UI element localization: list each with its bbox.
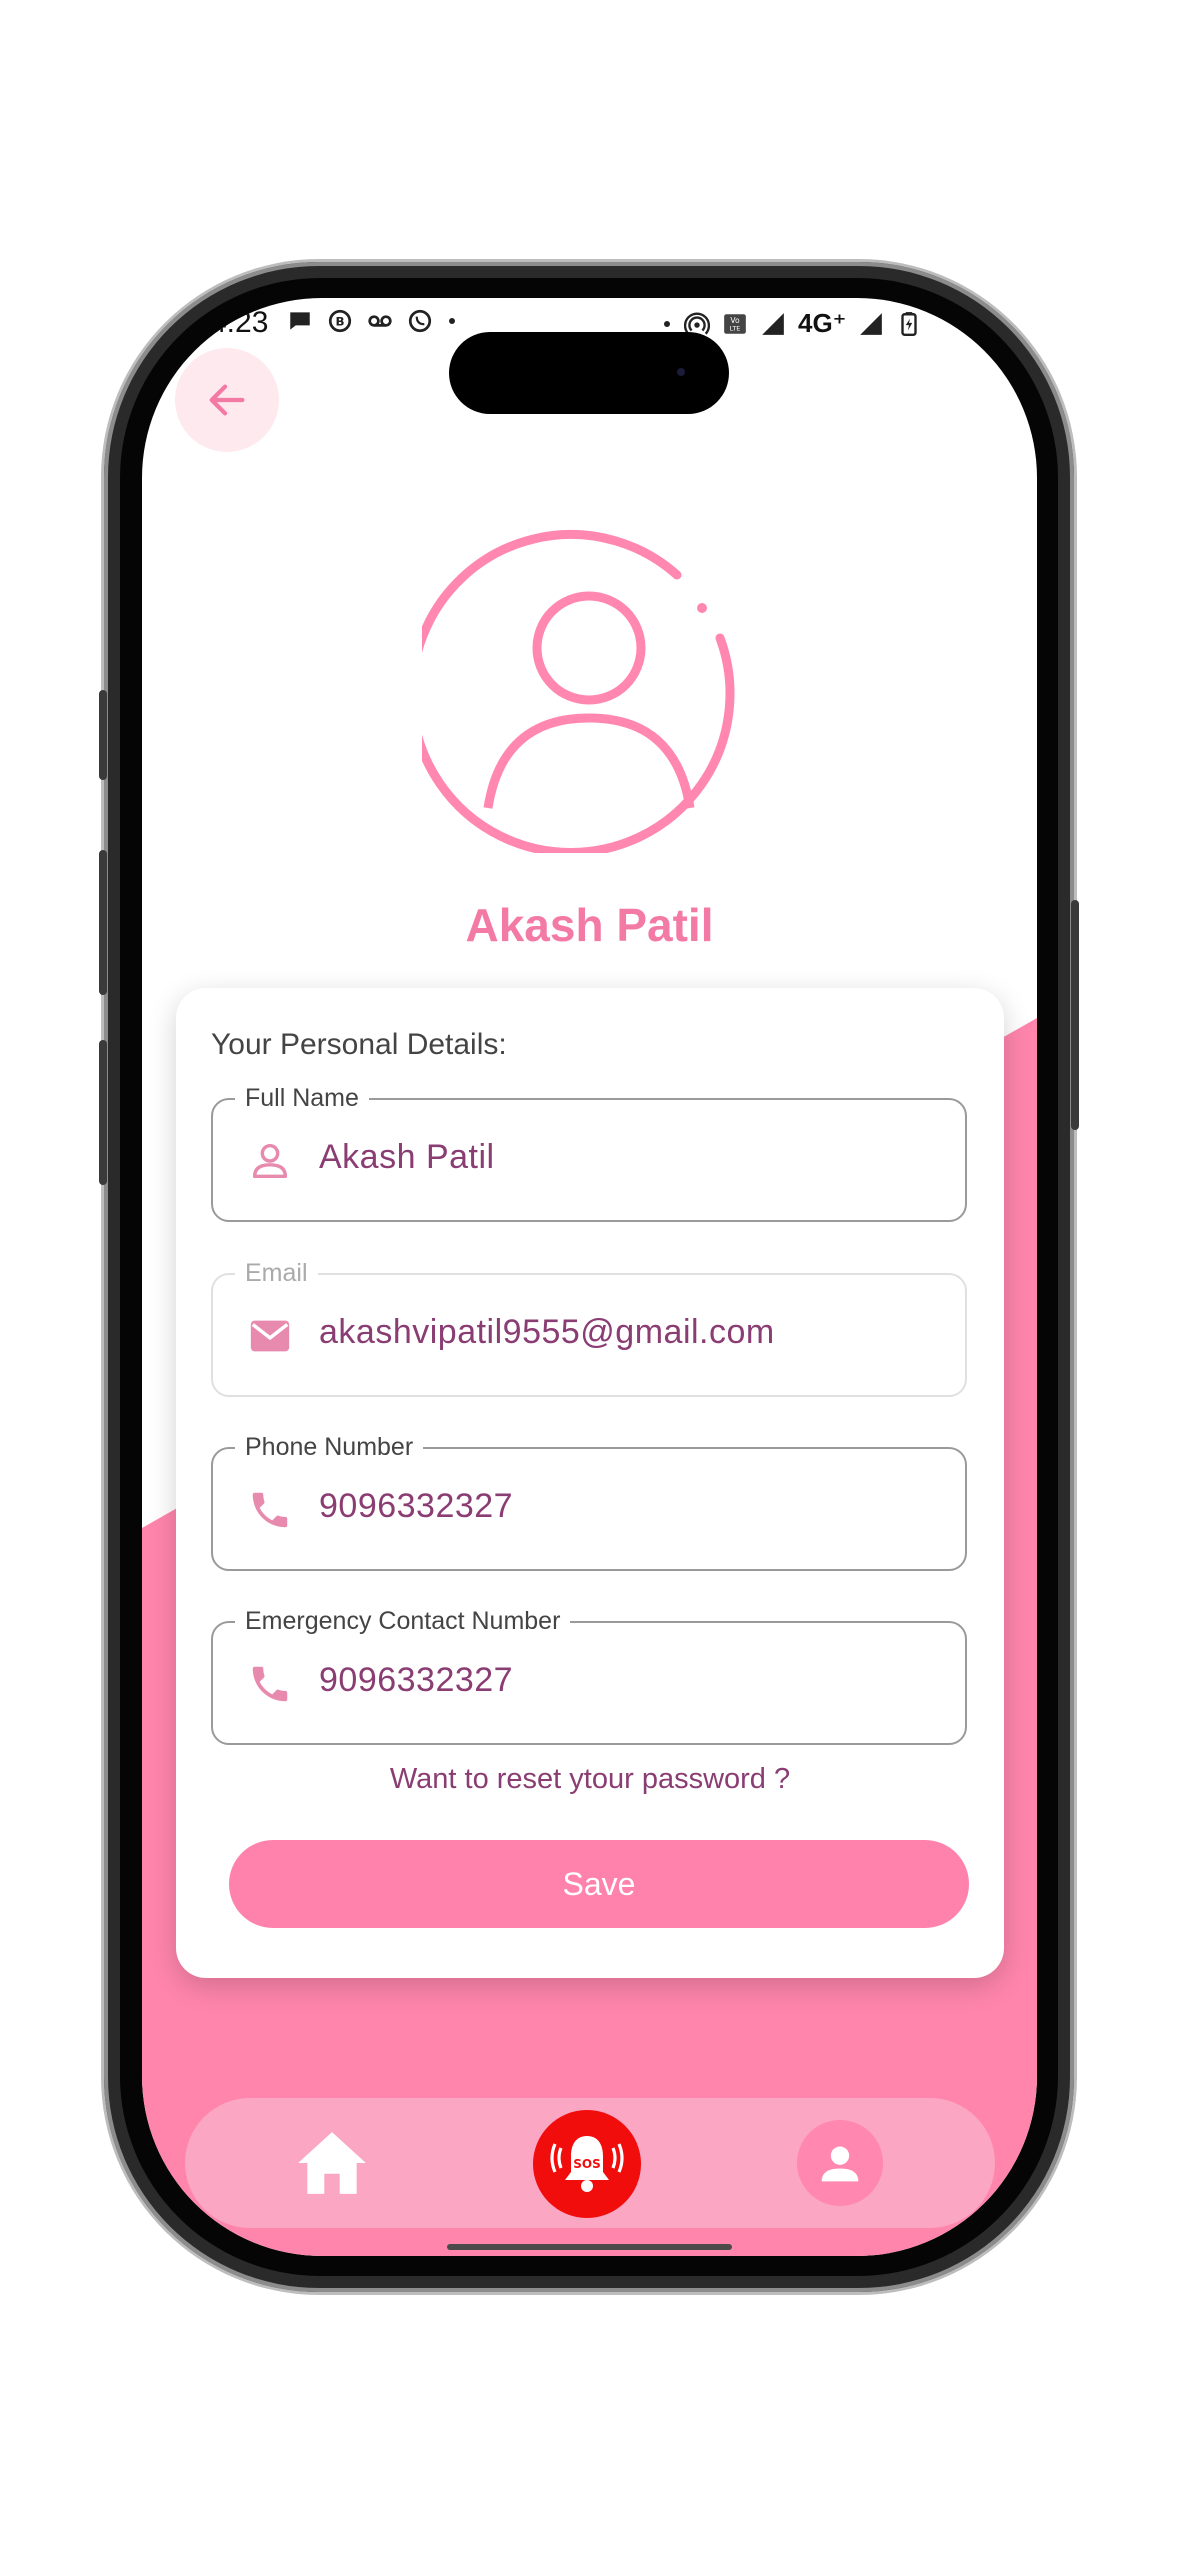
mail-icon — [250, 1320, 290, 1352]
profile-avatar-icon — [422, 530, 735, 853]
bottom-navigation: SOS — [185, 2098, 995, 2228]
phone-number-field[interactable]: Phone Number 9096332327 — [211, 1431, 967, 1571]
person-icon — [252, 1143, 288, 1179]
volume-down-button — [99, 1040, 107, 1185]
notification-dot-icon — [449, 318, 455, 324]
reset-password-link[interactable]: Want to reset ytour password ? — [176, 1763, 1004, 1796]
phone-number-value: 9096332327 — [319, 1487, 514, 1525]
phone-icon — [252, 1666, 288, 1702]
whatsapp-business-icon: B — [328, 309, 352, 333]
arrow-left-icon — [209, 384, 245, 416]
section-title: Your Personal Details: — [211, 1028, 507, 1061]
svg-text:LTE: LTE — [730, 324, 741, 332]
emergency-contact-label: Emergency Contact Number — [235, 1605, 571, 1637]
back-button[interactable] — [175, 348, 279, 452]
whatsapp-icon — [408, 309, 432, 333]
signal-icon — [762, 312, 784, 335]
save-button[interactable]: Save — [229, 1840, 969, 1928]
full-name-field[interactable]: Full Name Akash Patil — [211, 1082, 967, 1222]
sos-button[interactable]: SOS — [533, 2110, 641, 2218]
phone-number-label: Phone Number — [235, 1431, 424, 1463]
full-name-value: Akash Patil — [319, 1138, 495, 1176]
chat-bubble-icon — [290, 312, 310, 330]
phone-icon — [252, 1492, 288, 1528]
network-type: 4G⁺ — [798, 308, 847, 338]
volte-icon: VoLTE — [724, 313, 746, 334]
personal-details-card: Your Personal Details: Full Name Akash P… — [176, 988, 1004, 1978]
sos-bell-icon: SOS — [550, 2136, 624, 2192]
silent-switch — [99, 690, 107, 780]
status-left-icons: B — [287, 308, 457, 334]
full-name-label: Full Name — [235, 1082, 369, 1114]
profile-name: Akash Patil — [465, 899, 714, 951]
status-time: 4:23 — [210, 306, 269, 339]
profile-nav-button[interactable] — [797, 2120, 883, 2206]
email-value: akashvipatil9555@gmail.com — [319, 1313, 775, 1351]
emergency-contact-value: 9096332327 — [319, 1661, 514, 1699]
notification-dot-icon — [664, 320, 670, 327]
power-button — [1071, 900, 1079, 1130]
sos-label: SOS — [573, 2157, 601, 2171]
emergency-contact-field[interactable]: Emergency Contact Number 9096332327 — [211, 1605, 967, 1745]
signal-icon — [860, 312, 883, 335]
home-indicator[interactable] — [447, 2244, 732, 2250]
home-icon[interactable] — [295, 2128, 369, 2198]
battery-charging-icon — [901, 311, 918, 336]
volume-up-button — [99, 850, 107, 995]
svg-text:B: B — [335, 314, 344, 328]
voicemail-icon — [368, 315, 392, 327]
dynamic-island — [449, 332, 729, 414]
profile-icon — [821, 2146, 859, 2182]
phone-screen: 4:23 B Vo LTE 4G⁺ Akash Patil Your Perso… — [142, 298, 1037, 2256]
email-label: Email — [235, 1257, 318, 1289]
email-field[interactable]: Email akashvipatil9555@gmail.com — [211, 1257, 967, 1397]
camera-dot — [677, 368, 685, 376]
